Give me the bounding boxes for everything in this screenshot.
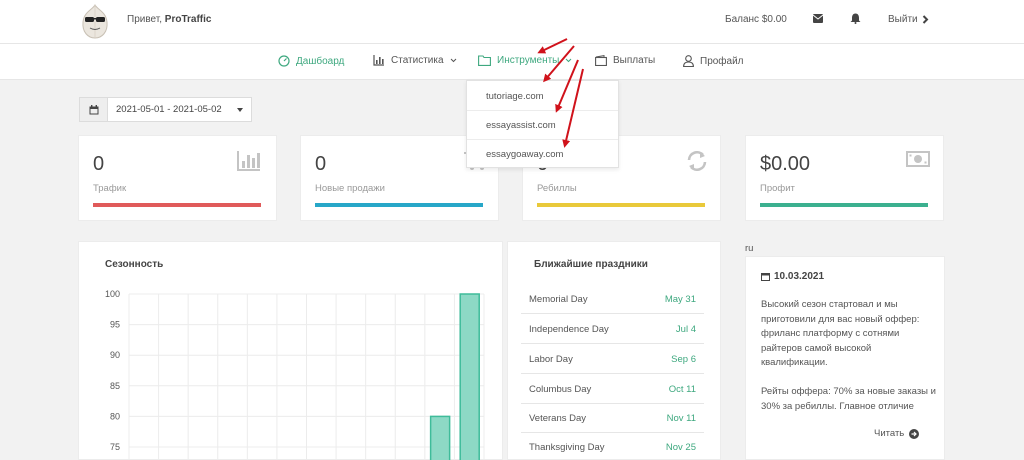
news-language: ru [745,243,754,254]
nav-statistics-label: Статистика [391,55,444,66]
nav-profile-label: Профайл [700,55,744,67]
holiday-name: Veterans Day [529,413,587,424]
username: ProTraffic [164,14,212,25]
stat-label: Новые продажи [315,183,385,194]
logout-button[interactable]: Выйти [888,14,929,25]
holiday-date: Sep 6 [671,354,696,365]
panel-title: Ближайшие праздники [534,259,648,270]
read-more-label: Читать [874,428,905,439]
date-range-value: 2021-05-01 - 2021-05-02 [116,104,222,115]
menu-divider [467,139,618,140]
stat-color-bar [760,203,928,207]
news-date-text: 10.03.2021 [774,271,825,282]
money-icon [906,151,930,167]
tools-dropdown-menu: tutoriage.com essayassist.com essaygoawa… [466,80,619,168]
news-body: Высокий сезон стартовал и мы приготовили… [761,299,936,412]
bar-chart-icon [373,55,384,66]
holiday-name: Memorial Day [529,294,588,305]
menu-item-tutoriage[interactable]: tutoriage.com [486,91,544,102]
holiday-name: Columbus Day [529,384,592,395]
holiday-name: Labor Day [529,354,573,365]
chevron-down-icon [566,58,572,63]
news-date: 10.03.2021 [761,271,824,282]
stat-card-profit: $0.00 Профит [745,135,944,221]
holiday-name: Thanksgiving Day [529,442,605,453]
chevron-down-icon [450,58,456,63]
stat-label: Профит [760,183,795,194]
user-icon [683,55,694,67]
holiday-row: Veterans Day Nov 11 [521,403,704,433]
y-tick-label: 75 [110,442,120,452]
holiday-row: Labor Day Sep 6 [521,344,704,374]
stat-label: Трафик [93,183,127,194]
arrow-circle-right-icon [909,428,920,439]
holiday-date: Oct 11 [668,384,696,395]
nav-statistics[interactable]: Статистика [373,55,457,66]
stat-label: Ребиллы [537,183,577,194]
calendar-icon [761,273,770,281]
calendar-icon-box [80,98,108,121]
main-nav: Дашбоард Статистика Инструменты Выплаты [0,44,1024,80]
holiday-date: Nov 25 [665,442,696,453]
y-tick-label: 90 [110,350,120,360]
holiday-row: Thanksgiving Day Nov 25 [521,432,704,460]
holiday-date: May 31 [664,294,696,305]
top-bar: Привет, ProTraffic Баланс $0.00 Выйти [0,0,1024,44]
greeting: Привет, ProTraffic [127,14,211,25]
stat-value: $0.00 [760,153,811,175]
logout-label: Выйти [888,14,918,25]
stat-color-bar [315,203,483,207]
caret-down-icon [237,108,243,112]
menu-divider [467,110,618,111]
holiday-row: Independence Day Jul 4 [521,314,704,344]
menu-item-essayassist[interactable]: essayassist.com [486,120,556,131]
menu-item-essaygoaway[interactable]: essaygoaway.com [486,149,563,160]
stat-value: 0 [93,153,105,175]
nav-tools[interactable]: Инструменты [478,55,572,66]
nav-payouts-label: Выплаты [613,55,656,66]
nav-tools-label: Инструменты [497,55,560,66]
greeting-text: Привет, [127,14,163,25]
folder-icon [478,55,491,66]
nav-payouts[interactable]: Выплаты [595,55,655,66]
nav-dashboard-label: Дашбоард [296,55,345,67]
wallet-icon [595,55,607,66]
seasonality-panel: Сезонность 100 95 90 85 80 75 [78,241,503,460]
stat-card-traffic: 0 Трафик [78,135,277,221]
bell-icon[interactable] [850,13,861,24]
refresh-icon [687,151,707,171]
chart-bar [429,415,451,460]
holiday-row: Columbus Day Oct 11 [521,374,704,404]
holiday-date: Nov 11 [666,413,696,424]
chart-bar [459,293,480,460]
stat-color-bar [93,203,261,207]
y-tick-label: 100 [105,289,120,299]
holiday-date: Jul 4 [675,324,696,335]
garlic-logo[interactable] [76,2,114,40]
balance: Баланс $0.00 [725,14,787,25]
bar-chart-icon [237,151,260,171]
calendar-icon [89,104,98,114]
date-range-picker[interactable]: 2021-05-01 - 2021-05-02 [79,97,252,122]
holiday-name: Independence Day [529,324,609,335]
holiday-row: Memorial Day May 31 [521,284,704,314]
gauge-icon [278,55,290,67]
news-card: 10.03.2021 Высокий сезон стартовал и мы … [745,256,945,460]
nav-dashboard[interactable]: Дашбоард [278,55,344,67]
y-tick-label: 85 [110,381,120,391]
y-tick-label: 95 [110,320,120,330]
mail-icon[interactable] [813,14,823,23]
read-more-link[interactable]: Читать [874,428,920,439]
stat-color-bar [537,203,705,207]
seasonality-chart: 100 95 90 85 80 75 [105,289,485,460]
stat-value: 0 [315,153,327,175]
nav-profile[interactable]: Профайл [683,55,744,67]
chevron-right-icon [922,15,929,24]
y-tick-label: 80 [110,411,120,421]
